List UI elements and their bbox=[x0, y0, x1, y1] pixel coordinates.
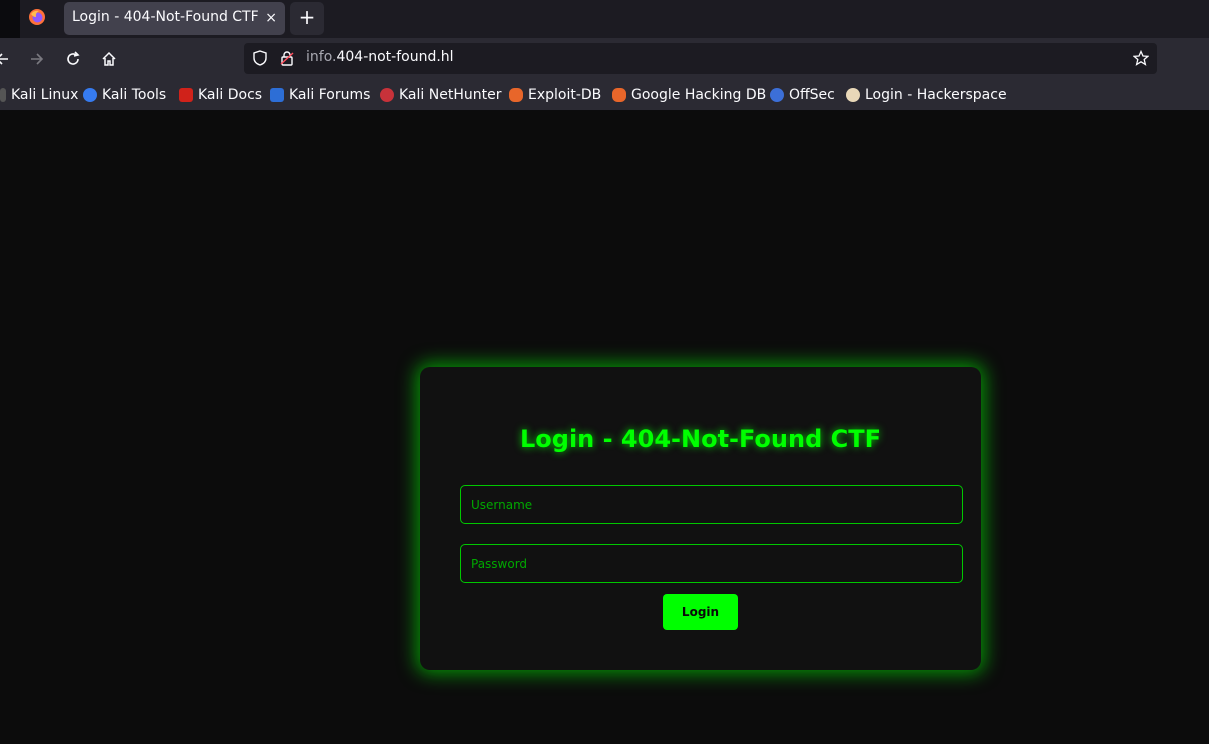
reload-icon[interactable] bbox=[64, 50, 82, 68]
bookmark-label: Kali Forums bbox=[289, 87, 371, 103]
shield-icon[interactable] bbox=[252, 50, 268, 66]
bookmark-label: Kali Linux bbox=[11, 87, 79, 103]
bookmark-kali-linux[interactable]: Kali Linux bbox=[0, 85, 78, 105]
bookmark-google-hacking-db[interactable]: Google Hacking DB bbox=[612, 85, 766, 105]
forward-arrow-icon[interactable] bbox=[28, 50, 46, 68]
tab-title: Login - 404-Not-Found CTF bbox=[72, 9, 259, 25]
kali-forums-icon bbox=[270, 88, 284, 102]
login-title: Login - 404-Not-Found CTF bbox=[519, 425, 881, 453]
firefox-icon[interactable] bbox=[28, 8, 46, 26]
close-tab-icon[interactable]: × bbox=[265, 9, 277, 27]
kali-linux-icon bbox=[0, 88, 6, 102]
username-input[interactable] bbox=[460, 485, 963, 524]
home-icon[interactable] bbox=[100, 50, 118, 68]
bookmark-label: Kali Docs bbox=[198, 87, 263, 103]
bookmark-label: Exploit-DB bbox=[528, 87, 602, 103]
bookmark-star-icon[interactable] bbox=[1133, 50, 1149, 66]
navigation-toolbar: info.404-not-found.hl bbox=[0, 38, 1209, 79]
tab-strip-edge bbox=[0, 0, 20, 38]
bookmark-label: OffSec bbox=[789, 87, 835, 103]
bookmarks-toolbar: Kali Linux Kali Tools Kali Docs Kali For… bbox=[0, 79, 1209, 111]
bookmark-exploit-db[interactable]: Exploit-DB bbox=[509, 85, 601, 105]
kali-nethunter-icon bbox=[380, 88, 394, 102]
bookmark-label: Kali Tools bbox=[102, 87, 167, 103]
bookmark-kali-tools[interactable]: Kali Tools bbox=[83, 85, 166, 105]
url-text[interactable]: info.404-not-found.hl bbox=[306, 49, 454, 65]
bookmark-label: Login - Hackerspace bbox=[865, 87, 1007, 103]
bookmark-label: Kali NetHunter bbox=[399, 87, 502, 103]
password-input[interactable] bbox=[460, 544, 963, 583]
hackerspace-icon bbox=[846, 88, 860, 102]
bookmark-kali-docs[interactable]: Kali Docs bbox=[179, 85, 262, 105]
url-domain: 404-not-found.hl bbox=[336, 49, 454, 65]
page-viewport: Login - 404-Not-Found CTF Login bbox=[0, 111, 1209, 744]
bookmark-kali-forums[interactable]: Kali Forums bbox=[270, 85, 370, 105]
bookmark-label: Google Hacking DB bbox=[631, 87, 767, 103]
bookmark-offsec[interactable]: OffSec bbox=[770, 85, 835, 105]
back-arrow-icon[interactable] bbox=[0, 50, 12, 68]
login-button[interactable]: Login bbox=[663, 594, 738, 630]
exploit-db-icon bbox=[509, 88, 523, 102]
url-bar[interactable]: info.404-not-found.hl bbox=[244, 43, 1157, 74]
new-tab-button[interactable]: + bbox=[290, 2, 324, 35]
tab-active[interactable]: Login - 404-Not-Found CTF × bbox=[64, 2, 285, 35]
url-subdomain: info. bbox=[306, 49, 337, 65]
kali-docs-icon bbox=[179, 88, 193, 102]
bookmark-kali-nethunter[interactable]: Kali NetHunter bbox=[380, 85, 501, 105]
tab-strip: Login - 404-Not-Found CTF × + bbox=[0, 0, 1209, 38]
kali-tools-icon bbox=[83, 88, 97, 102]
offsec-icon bbox=[770, 88, 784, 102]
insecure-lock-icon[interactable] bbox=[279, 50, 295, 66]
bookmark-hackerspace[interactable]: Login - Hackerspace bbox=[846, 85, 1007, 105]
google-hacking-db-icon bbox=[612, 88, 626, 102]
login-form: Login - 404-Not-Found CTF Login bbox=[420, 367, 981, 670]
